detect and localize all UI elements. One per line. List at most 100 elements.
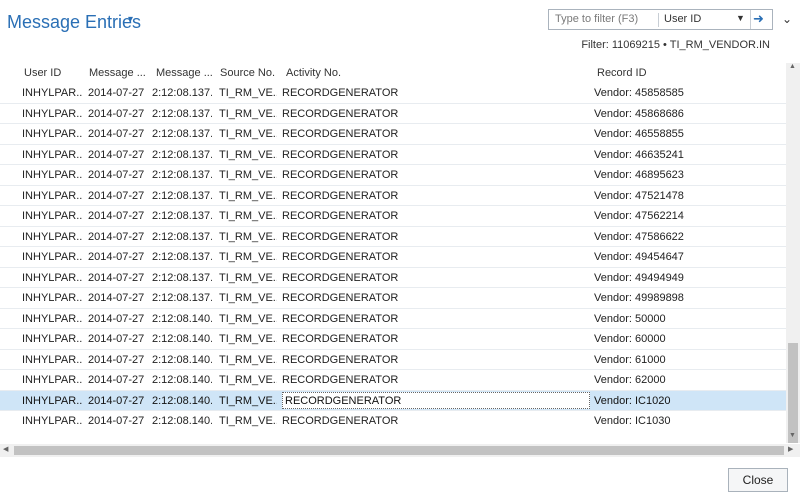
cell-activity-no[interactable]: RECORDGENERATOR xyxy=(282,169,590,181)
cell-message-time[interactable]: 2:12:08.140... xyxy=(152,374,212,386)
cell-source-no[interactable]: TI_RM_VE... xyxy=(219,128,277,140)
cell-message-time[interactable]: 2:12:08.140... xyxy=(152,313,212,325)
horizontal-scrollbar[interactable]: ◀ ▶ xyxy=(0,444,800,457)
cell-user-id[interactable]: INHYLPAR... xyxy=(22,251,82,263)
cell-activity-no[interactable]: RECORDGENERATOR xyxy=(282,374,590,386)
cell-message-time[interactable]: 2:12:08.137... xyxy=(152,231,212,243)
table-row[interactable]: INHYLPAR... 2014-07-27 2:12:08.140... TI_RM… xyxy=(0,390,786,411)
cell-user-id[interactable]: INHYLPAR... xyxy=(22,374,82,386)
cell-user-id[interactable]: INHYLPAR... xyxy=(22,292,82,304)
cell-record-id[interactable]: Vendor: 62000 xyxy=(594,374,774,386)
arrow-right-icon[interactable]: ➜ xyxy=(753,11,764,27)
cell-message-time[interactable]: 2:12:08.137... xyxy=(152,292,212,304)
cell-activity-no[interactable]: RECORDGENERATOR xyxy=(282,292,590,304)
table-row[interactable]: INHYLPAR... 2014-07-27 2:12:08.137... TI_RM… xyxy=(0,247,786,268)
column-header-message-time[interactable]: Message ... xyxy=(156,67,213,79)
cell-message-time[interactable]: 2:12:08.137... xyxy=(152,87,212,99)
cell-message-date[interactable]: 2014-07-27 xyxy=(88,374,148,386)
cell-user-id[interactable]: INHYLPAR... xyxy=(22,108,82,120)
cell-user-id[interactable]: INHYLPAR... xyxy=(22,354,82,366)
table-row[interactable]: INHYLPAR... 2014-07-27 2:12:08.140... TI_RM… xyxy=(0,350,786,370)
table-row[interactable]: INHYLPAR... 2014-07-27 2:12:08.137... TI_RM… xyxy=(0,288,786,309)
cell-record-id[interactable]: Vendor: 49494949 xyxy=(594,272,774,284)
cell-activity-no[interactable]: RECORDGENERATOR xyxy=(282,333,590,345)
cell-source-no[interactable]: TI_RM_VE... xyxy=(219,149,277,161)
cell-message-date[interactable]: 2014-07-27 xyxy=(88,333,148,345)
cell-message-time[interactable]: 2:12:08.137... xyxy=(152,272,212,284)
cell-message-time[interactable]: 2:12:08.140... xyxy=(152,395,212,407)
chevron-down-icon[interactable]: ▼ xyxy=(736,13,745,23)
cell-record-id[interactable]: Vendor: 47586622 xyxy=(594,231,774,243)
cell-message-time[interactable]: 2:12:08.137... xyxy=(152,149,212,161)
cell-record-id[interactable]: Vendor: 47521478 xyxy=(594,190,774,202)
table-row[interactable]: INHYLPAR... 2014-07-27 2:12:08.137... TI_RM… xyxy=(0,124,786,145)
cell-message-date[interactable]: 2014-07-27 xyxy=(88,190,148,202)
cell-source-no[interactable]: TI_RM_VE... xyxy=(219,313,277,325)
table-row[interactable]: INHYLPAR... 2014-07-27 2:12:08.137... TI_RM… xyxy=(0,186,786,206)
cell-user-id[interactable]: INHYLPAR... xyxy=(22,210,82,222)
cell-record-id[interactable]: Vendor: 45868686 xyxy=(594,108,774,120)
cell-source-no[interactable]: TI_RM_VE... xyxy=(219,251,277,263)
cell-message-time[interactable]: 2:12:08.137... xyxy=(152,190,212,202)
cell-activity-no[interactable]: RECORDGENERATOR xyxy=(282,391,590,409)
cell-message-time[interactable]: 2:12:08.137... xyxy=(152,210,212,222)
scroll-left-icon[interactable]: ◀ xyxy=(3,445,8,453)
cell-source-no[interactable]: TI_RM_VE... xyxy=(219,415,277,427)
cell-record-id[interactable]: Vendor: 49454647 xyxy=(594,251,774,263)
cell-user-id[interactable]: INHYLPAR... xyxy=(22,313,82,325)
cell-activity-no[interactable]: RECORDGENERATOR xyxy=(282,87,590,99)
cell-record-id[interactable]: Vendor: 46895623 xyxy=(594,169,774,181)
title-dropdown-icon[interactable]: ▾ xyxy=(128,14,133,25)
cell-message-time[interactable]: 2:12:08.137... xyxy=(152,108,212,120)
close-button[interactable]: Close xyxy=(728,468,788,492)
cell-record-id[interactable]: Vendor: 46558855 xyxy=(594,128,774,140)
cell-message-date[interactable]: 2014-07-27 xyxy=(88,251,148,263)
scroll-right-icon[interactable]: ▶ xyxy=(788,445,793,453)
cell-activity-no[interactable]: RECORDGENERATOR xyxy=(282,108,590,120)
cell-source-no[interactable]: TI_RM_VE... xyxy=(219,354,277,366)
cell-message-date[interactable]: 2014-07-27 xyxy=(88,292,148,304)
cell-message-time[interactable]: 2:12:08.137... xyxy=(152,128,212,140)
cell-record-id[interactable]: Vendor: 46635241 xyxy=(594,149,774,161)
filter-input[interactable]: Type to filter (F3) xyxy=(555,13,638,25)
cell-source-no[interactable]: TI_RM_VE... xyxy=(219,108,277,120)
cell-record-id[interactable]: Vendor: IC1030 xyxy=(594,415,774,427)
cell-activity-no[interactable]: RECORDGENERATOR xyxy=(282,149,590,161)
cell-message-date[interactable]: 2014-07-27 xyxy=(88,395,148,407)
table-row[interactable]: INHYLPAR... 2014-07-27 2:12:08.140... TI_RM… xyxy=(0,370,786,391)
collapse-chevron-icon[interactable]: ⌄ xyxy=(782,12,792,26)
cell-activity-no[interactable]: RECORDGENERATOR xyxy=(282,354,590,366)
cell-user-id[interactable]: INHYLPAR... xyxy=(22,272,82,284)
cell-message-time[interactable]: 2:12:08.140... xyxy=(152,415,212,427)
vertical-scrollbar[interactable]: ▲ ▼ xyxy=(786,63,800,443)
table-row[interactable]: INHYLPAR... 2014-07-27 2:12:08.137... TI_RM… xyxy=(0,165,786,186)
table-row[interactable]: INHYLPAR... 2014-07-27 2:12:08.137... TI_RM… xyxy=(0,268,786,288)
cell-message-date[interactable]: 2014-07-27 xyxy=(88,272,148,284)
cell-message-date[interactable]: 2014-07-27 xyxy=(88,210,148,222)
cell-message-date[interactable]: 2014-07-27 xyxy=(88,313,148,325)
cell-record-id[interactable]: Vendor: IC1020 xyxy=(594,395,774,407)
table-row[interactable]: INHYLPAR... 2014-07-27 2:12:08.140... TI_RM… xyxy=(0,329,786,350)
cell-source-no[interactable]: TI_RM_VE... xyxy=(219,210,277,222)
cell-activity-no[interactable]: RECORDGENERATOR xyxy=(282,210,590,222)
cell-record-id[interactable]: Vendor: 50000 xyxy=(594,313,774,325)
cell-user-id[interactable]: INHYLPAR... xyxy=(22,87,82,99)
cell-record-id[interactable]: Vendor: 60000 xyxy=(594,333,774,345)
cell-message-date[interactable]: 2014-07-27 xyxy=(88,231,148,243)
page-title[interactable]: Message Entries xyxy=(7,12,141,33)
cell-source-no[interactable]: TI_RM_VE... xyxy=(219,87,277,99)
cell-activity-no[interactable]: RECORDGENERATOR xyxy=(282,128,590,140)
table-row[interactable]: INHYLPAR... 2014-07-27 2:12:08.137... TI_RM… xyxy=(0,104,786,124)
table-row[interactable]: INHYLPAR... 2014-07-27 2:12:08.137... TI_RM… xyxy=(0,227,786,247)
cell-user-id[interactable]: INHYLPAR... xyxy=(22,169,82,181)
cell-message-date[interactable]: 2014-07-27 xyxy=(88,87,148,99)
cell-activity-no[interactable]: RECORDGENERATOR xyxy=(282,313,590,325)
cell-message-date[interactable]: 2014-07-27 xyxy=(88,354,148,366)
cell-activity-no[interactable]: RECORDGENERATOR xyxy=(282,190,590,202)
column-header-source-no[interactable]: Source No. xyxy=(220,67,275,79)
cell-user-id[interactable]: INHYLPAR... xyxy=(22,231,82,243)
cell-message-date[interactable]: 2014-07-27 xyxy=(88,149,148,161)
cell-user-id[interactable]: INHYLPAR... xyxy=(22,395,82,407)
column-header-activity-no[interactable]: Activity No. xyxy=(286,67,341,79)
cell-activity-no[interactable]: RECORDGENERATOR xyxy=(282,415,590,427)
